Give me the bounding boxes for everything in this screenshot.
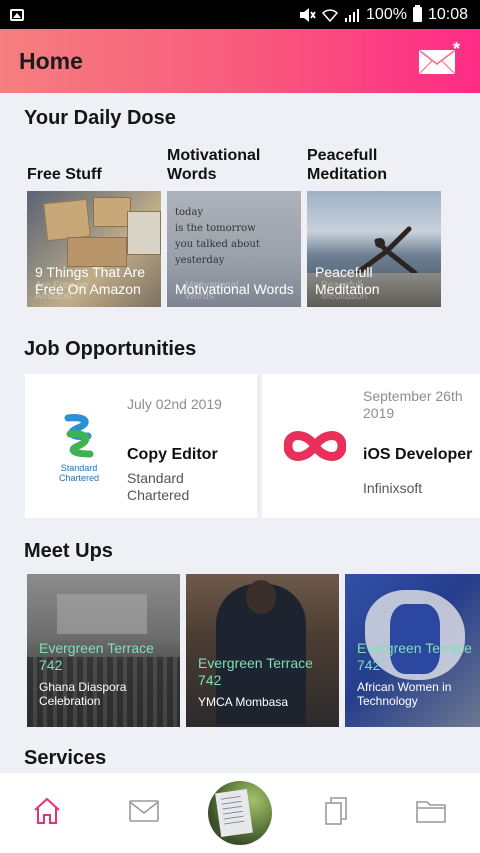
battery-icon <box>412 5 422 22</box>
job-card[interactable]: September 26th 2019 iOS Developer Infini… <box>262 374 480 518</box>
meetup-card[interactable]: Evergreen Terrace 742 Ghana Diaspora Cel… <box>27 574 180 727</box>
job-company: Infinixsoft <box>363 480 423 496</box>
profile-avatar-button[interactable] <box>208 781 272 845</box>
dose-item-motivational[interactable]: Motivational Words today is the tomorrow… <box>167 146 301 307</box>
nav-folder-button[interactable] <box>411 791 451 831</box>
dose-thumbnail[interactable]: Peacefull Meditation Peacefull Meditatio… <box>307 191 441 307</box>
documents-icon <box>325 797 347 825</box>
services-title: Services <box>24 747 107 769</box>
meetup-location: Evergreen Terrace 742 <box>39 640 154 673</box>
folder-icon <box>416 801 446 823</box>
standard-chartered-logo: Standard Chartered <box>54 414 104 483</box>
meetup-card[interactable]: Evergreen Terrace 742 YMCA Mombasa <box>186 574 339 727</box>
nav-documents-button[interactable] <box>316 791 356 831</box>
home-feed[interactable]: Your Daily Dose Free Stuff Are Free on A… <box>0 93 480 773</box>
job-date: September 26th 2019 <box>363 388 463 421</box>
wifi-icon <box>322 8 339 22</box>
nav-messages-button[interactable] <box>124 791 164 831</box>
home-icon <box>34 797 60 824</box>
dose-thumbnail[interactable]: Are Free on Amazon 9 Things That Are Fre… <box>27 191 161 307</box>
meetup-card[interactable]: Evergreen Terrace 742 African Women in T… <box>345 574 480 727</box>
meetup-name: African Women in Technology <box>357 680 452 708</box>
dose-thumbnail[interactable]: today is the tomorrow you talked about y… <box>167 191 301 307</box>
poem-text: today is the tomorrow you talked about y… <box>175 207 260 266</box>
job-card[interactable]: Standard Chartered July 02nd 2019 Copy E… <box>25 374 257 518</box>
job-title: iOS Developer <box>363 446 473 463</box>
daily-dose-title: Your Daily Dose <box>24 107 176 129</box>
gallery-notification-icon <box>10 8 24 21</box>
dose-caption: 9 Things That Are Free On Amazon <box>35 264 145 297</box>
meetup-location: Evergreen Terrace 742 <box>357 640 472 673</box>
status-bar: 100% 10:08 <box>0 0 480 29</box>
envelope-icon <box>129 800 159 822</box>
messages-button[interactable]: * <box>418 39 460 79</box>
meetup-name: YMCA Mombasa <box>198 695 289 709</box>
job-title: Copy Editor <box>127 446 218 463</box>
dose-label: Free Stuff <box>27 166 102 183</box>
new-mail-badge: * <box>452 39 460 59</box>
mute-icon <box>300 7 316 22</box>
dose-item-meditation[interactable]: Peacefull Meditation Peacefull Meditatio… <box>307 146 441 307</box>
dose-caption: Peacefull Meditation <box>315 264 380 297</box>
dose-item-free-stuff[interactable]: Free Stuff Are Free on Amazon 9 Things T… <box>27 146 161 307</box>
bottom-nav <box>0 773 480 853</box>
battery-percent: 100% <box>366 5 407 23</box>
meetups-title: Meet Ups <box>24 540 113 562</box>
jobs-title: Job Opportunities <box>24 338 197 360</box>
job-date: July 02nd 2019 <box>127 396 222 412</box>
dose-label: Motivational Words <box>167 147 261 183</box>
infinixsoft-logo-icon <box>284 431 346 461</box>
dose-label: Peacefull Meditation <box>307 147 387 183</box>
clock: 10:08 <box>427 5 468 23</box>
dose-caption: Motivational Words <box>175 281 294 297</box>
meetup-name: Ghana Diaspora Celebration <box>39 680 127 708</box>
meetup-location: Evergreen Terrace 742 <box>198 655 313 688</box>
standard-chartered-logo-icon <box>64 414 94 458</box>
job-company: Standard Chartered <box>127 470 190 503</box>
nav-home-button[interactable] <box>27 791 67 831</box>
avatar-image <box>215 788 253 838</box>
app-header: Home * <box>0 29 480 93</box>
page-title: Home <box>19 47 83 74</box>
signal-icon <box>345 8 360 22</box>
